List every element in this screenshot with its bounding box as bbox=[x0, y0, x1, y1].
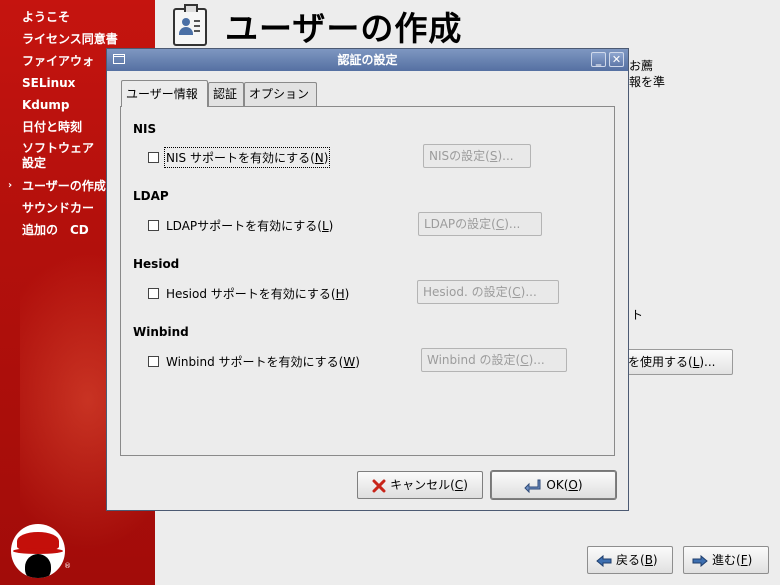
ok-button[interactable]: OK(O) bbox=[491, 471, 616, 499]
enter-key-icon bbox=[524, 479, 541, 493]
sidebar-item-welcome: ようこそ bbox=[22, 10, 71, 24]
winbind-enable-checkbox[interactable]: Winbind サポートを有効にする(W) bbox=[148, 352, 360, 370]
minimize-button[interactable]: _ bbox=[591, 52, 606, 67]
dialog-title: 認証の設定 bbox=[337, 53, 398, 67]
tab-user-info[interactable]: ユーザー情報 bbox=[121, 80, 208, 107]
hesiod-settings-button[interactable]: Hesiod. の設定(C)... bbox=[417, 280, 559, 304]
cancel-button[interactable]: キャンセル(C) bbox=[357, 471, 483, 499]
ldap-settings-button[interactable]: LDAPの設定(C)... bbox=[418, 212, 542, 236]
winbind-settings-button[interactable]: Winbind の設定(C)... bbox=[421, 348, 567, 372]
tab-authentication[interactable]: 認証 bbox=[208, 82, 244, 106]
sidebar-item-software: ソフトウェア 設定 bbox=[22, 141, 95, 170]
cancel-x-icon bbox=[372, 479, 386, 492]
sidebar-item-kdump: Kdump bbox=[22, 98, 70, 112]
sidebar-item-create-user: › ユーザーの作成 bbox=[0, 175, 118, 197]
user-badge-icon bbox=[173, 4, 207, 46]
tab-options[interactable]: オプション bbox=[244, 82, 317, 106]
close-button[interactable]: ✕ bbox=[609, 52, 624, 67]
nis-settings-button[interactable]: NISの設定(S)... bbox=[423, 144, 531, 168]
checkbox-box[interactable] bbox=[148, 219, 159, 231]
auth-config-dialog: 認証の設定 _ ✕ ユーザー情報 認証 オプション NIS NIS サポートを有… bbox=[106, 48, 629, 511]
nis-enable-checkbox[interactable]: NIS サポートを有効にする(N) bbox=[148, 146, 331, 168]
hesiod-enable-checkbox[interactable]: Hesiod サポートを有効にする(H) bbox=[148, 284, 349, 302]
section-heading-nis: NIS bbox=[133, 122, 157, 136]
back-arrow-icon bbox=[596, 554, 612, 567]
checkbox-box[interactable] bbox=[148, 287, 159, 299]
section-heading-hesiod: Hesiod bbox=[133, 257, 180, 271]
ldap-enable-checkbox[interactable]: LDAPサポートを有効にする(L) bbox=[148, 216, 333, 234]
redhat-logo-icon bbox=[11, 524, 65, 578]
sidebar-item-license: ライセンス同意書 bbox=[22, 32, 118, 46]
forward-arrow-icon bbox=[692, 554, 708, 567]
current-step-arrow-icon: › bbox=[8, 180, 13, 191]
sidebar-item-soundcard: サウンドカー bbox=[22, 201, 95, 215]
forward-button[interactable]: 進む(F) bbox=[683, 546, 769, 574]
checkbox-label: Hesiod サポートを有効にする(H) bbox=[166, 286, 350, 301]
tab-panel-user-info: NIS NIS サポートを有効にする(N) NISの設定(S)... LDAP … bbox=[120, 106, 615, 456]
use-network-login-button[interactable]: を使用する(L)... bbox=[621, 349, 733, 375]
checkbox-label: NIS サポートを有効にする(N) bbox=[163, 146, 331, 168]
sidebar-item-datetime: 日付と時刻 bbox=[22, 120, 83, 134]
checkbox-box[interactable] bbox=[148, 151, 159, 163]
obscured-text-3: ト bbox=[631, 308, 644, 322]
section-heading-ldap: LDAP bbox=[133, 189, 169, 203]
obscured-text-2: 報を準 bbox=[629, 75, 666, 89]
checkbox-label: LDAPサポートを有効にする(L) bbox=[166, 218, 334, 233]
sidebar-steps: ようこそ ライセンス同意書 ファイアウォ SELinux Kdump 日付と時刻… bbox=[0, 6, 118, 241]
checkbox-box[interactable] bbox=[148, 355, 159, 367]
back-button[interactable]: 戻る(B) bbox=[587, 546, 673, 574]
sidebar-item-firewall: ファイアウォ bbox=[22, 54, 95, 68]
sidebar-item-additional-cd: 追加の CD bbox=[22, 223, 89, 237]
checkbox-label: Winbind サポートを有効にする(W) bbox=[166, 354, 360, 369]
page-title: ユーザーの作成 bbox=[225, 9, 463, 48]
dialog-titlebar[interactable]: 認証の設定 _ ✕ bbox=[107, 49, 628, 71]
sidebar-item-selinux: SELinux bbox=[22, 76, 76, 90]
registered-mark: ® bbox=[64, 562, 71, 570]
section-heading-winbind: Winbind bbox=[133, 325, 189, 339]
obscured-text-1: お薦 bbox=[629, 59, 654, 73]
